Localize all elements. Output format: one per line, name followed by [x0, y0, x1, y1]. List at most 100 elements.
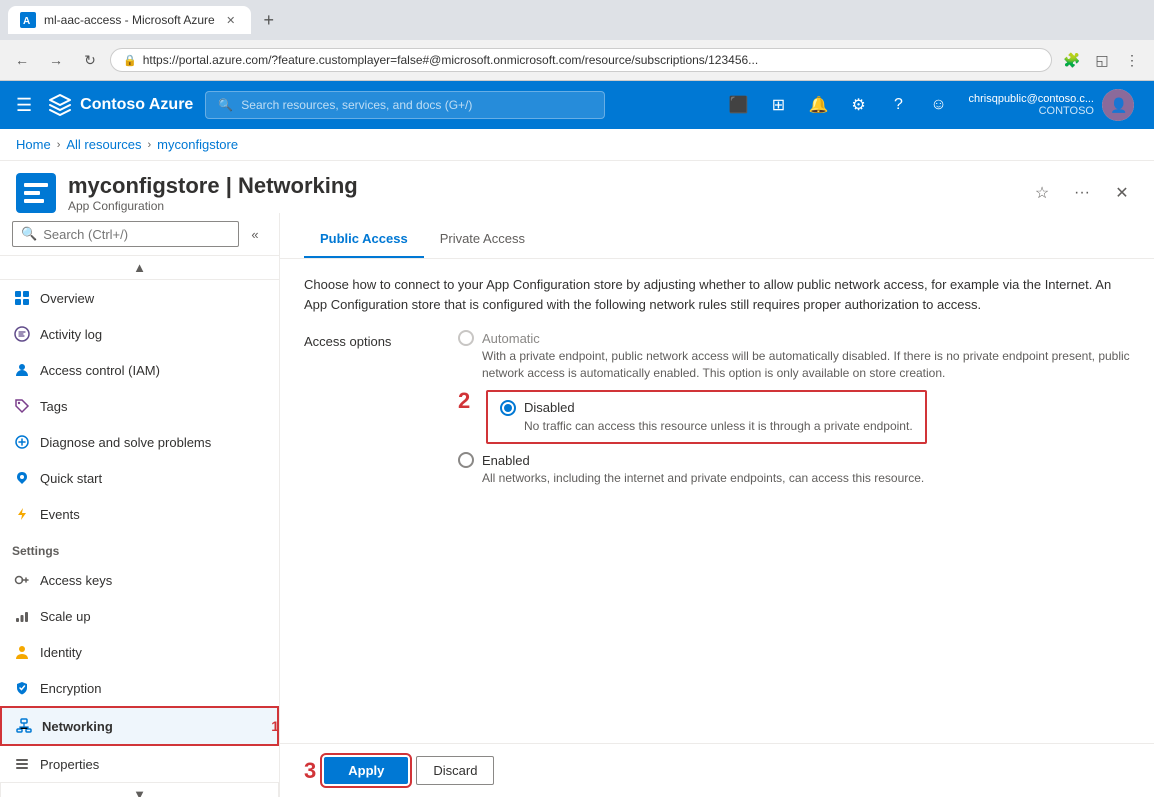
- radio-option-disabled-row: 2 Disabled No traffic can access this re…: [458, 390, 1130, 445]
- feedback-button[interactable]: ☺: [920, 87, 956, 123]
- settings-topbar-button[interactable]: ⚙: [840, 87, 876, 123]
- radio-enabled-button[interactable]: [458, 452, 474, 468]
- resource-icon: [16, 173, 56, 213]
- footer-actions: 3 Apply Discard: [280, 743, 1154, 797]
- sidebar-item-access-control[interactable]: Access control (IAM): [0, 352, 279, 388]
- browser-chrome: A ml-aac-access - Microsoft Azure ✕ + ← …: [0, 0, 1154, 81]
- access-options-label: Access options: [304, 334, 434, 487]
- main-container: Home › All resources › myconfigstore myc…: [0, 129, 1154, 797]
- browser-toolbar: ← → ↻ 🔒 https://portal.azure.com/?featur…: [0, 40, 1154, 80]
- identity-icon: [12, 642, 32, 662]
- help-button[interactable]: ?: [880, 87, 916, 123]
- tabs-bar: Public Access Private Access: [280, 221, 1154, 259]
- key-icon: [12, 570, 32, 590]
- sidebar-item-events[interactable]: Events: [0, 496, 279, 532]
- radio-option-enabled: Enabled All networks, including the inte…: [458, 452, 1130, 487]
- radio-automatic-button[interactable]: [458, 330, 474, 346]
- cloud-shell-button[interactable]: ⬛: [720, 87, 756, 123]
- sidebar-item-quick-start[interactable]: Quick start: [0, 460, 279, 496]
- sidebar-item-tags[interactable]: Tags: [0, 388, 279, 424]
- page-title: myconfigstore | Networking: [68, 173, 1014, 199]
- props-icon: [12, 754, 32, 774]
- extensions-button[interactable]: 🧩: [1058, 46, 1086, 74]
- sidebar-item-identity[interactable]: Identity: [0, 634, 279, 670]
- list-icon: [12, 324, 32, 344]
- new-tab-button[interactable]: +: [255, 6, 283, 34]
- favorite-button[interactable]: ☆: [1026, 177, 1058, 209]
- user-name: chrisqpublic@contoso.c...: [968, 93, 1094, 105]
- topbar-icons: ⬛ ⊞ 🔔 ⚙ ? ☺ chrisqpublic@contoso.c... CO…: [720, 85, 1142, 125]
- radio-enabled-label: Enabled: [482, 453, 530, 468]
- tag-icon: [12, 396, 32, 416]
- apply-button[interactable]: Apply: [324, 757, 408, 784]
- app-config-icon: [16, 173, 56, 213]
- sidebar-scroll-up-button[interactable]: ▲: [0, 256, 279, 280]
- radio-option-automatic-header: Automatic: [458, 330, 1130, 346]
- content-description: Choose how to connect to your App Config…: [304, 275, 1124, 314]
- breadcrumb-sep1: ›: [57, 139, 61, 151]
- global-search-box[interactable]: 🔍 Search resources, services, and docs (…: [205, 91, 605, 119]
- tab-public-access[interactable]: Public Access: [304, 221, 424, 258]
- radio-option-automatic: Automatic With a private endpoint, publi…: [458, 330, 1130, 382]
- tab-close-button[interactable]: ✕: [223, 12, 239, 28]
- breadcrumb-sep2: ›: [148, 139, 152, 151]
- svg-text:A: A: [23, 16, 30, 27]
- sidebar-collapse-button[interactable]: «: [243, 222, 267, 246]
- sidebar-search-icon: 🔍: [21, 226, 37, 242]
- sidebar-search-box[interactable]: 🔍: [12, 221, 239, 247]
- sidebar-item-label: Access keys: [40, 573, 112, 588]
- search-placeholder: Search resources, services, and docs (G+…: [241, 98, 472, 112]
- content-body: Choose how to connect to your App Config…: [280, 259, 1154, 743]
- sidebar-item-networking[interactable]: Networking 1: [0, 706, 279, 746]
- sidebar-item-scale-up[interactable]: Scale up: [0, 598, 279, 634]
- radio-disabled-button[interactable]: [500, 400, 516, 416]
- sidebar-item-label: Events: [40, 507, 80, 522]
- sidebar-search-input[interactable]: [43, 227, 230, 242]
- sidebar-item-overview[interactable]: Overview: [0, 280, 279, 316]
- page-header: myconfigstore | Networking App Configura…: [0, 161, 1154, 213]
- sidebar-item-label: Access control (IAM): [40, 363, 160, 378]
- sidebar-item-activity-log[interactable]: Activity log: [0, 316, 279, 352]
- sidebar-item-access-keys[interactable]: Access keys: [0, 562, 279, 598]
- notifications-button[interactable]: 🔔: [800, 87, 836, 123]
- svg-text:👤: 👤: [1110, 97, 1127, 114]
- access-options-row: Access options Automatic With a private …: [304, 330, 1130, 487]
- close-panel-button[interactable]: ✕: [1106, 177, 1138, 209]
- tab-private-access[interactable]: Private Access: [424, 221, 541, 258]
- directory-button[interactable]: ⊞: [760, 87, 796, 123]
- browser-titlebar: A ml-aac-access - Microsoft Azure ✕ +: [0, 0, 1154, 40]
- profile-button[interactable]: ◱: [1088, 46, 1116, 74]
- back-button[interactable]: ←: [8, 46, 36, 74]
- bolt-icon: [12, 504, 32, 524]
- user-account-button[interactable]: chrisqpublic@contoso.c... CONTOSO 👤: [960, 85, 1142, 125]
- radio-option-enabled-header: Enabled: [458, 452, 1130, 468]
- breadcrumb-all-resources[interactable]: All resources: [66, 137, 141, 152]
- radio-option-disabled-header: Disabled: [500, 400, 913, 416]
- sidebar-search-area: 🔍 «: [0, 213, 279, 256]
- sidebar-item-encryption[interactable]: Encryption: [0, 670, 279, 706]
- avatar-image: 👤: [1102, 89, 1134, 121]
- sidebar-item-diagnose[interactable]: Diagnose and solve problems: [0, 424, 279, 460]
- page-header-titles: myconfigstore | Networking App Configura…: [68, 173, 1014, 213]
- avatar: 👤: [1102, 89, 1134, 121]
- sidebar-item-label: Diagnose and solve problems: [40, 435, 211, 450]
- sidebar-item-properties[interactable]: Properties: [0, 746, 279, 782]
- sidebar-item-label: Quick start: [40, 471, 102, 486]
- sidebar-scroll-down-button[interactable]: ▼: [0, 782, 279, 797]
- brand-name: Contoso Azure: [80, 96, 193, 114]
- refresh-button[interactable]: ↻: [76, 46, 104, 74]
- breadcrumb-home[interactable]: Home: [16, 137, 51, 152]
- user-org: CONTOSO: [968, 105, 1094, 117]
- address-bar[interactable]: 🔒 https://portal.azure.com/?feature.cust…: [110, 48, 1052, 72]
- radio-options: Automatic With a private endpoint, publi…: [458, 330, 1130, 487]
- settings-button[interactable]: ⋮: [1118, 46, 1146, 74]
- forward-button[interactable]: →: [42, 46, 70, 74]
- more-options-button[interactable]: ···: [1066, 177, 1098, 209]
- rocket-icon: [12, 468, 32, 488]
- browser-tab[interactable]: A ml-aac-access - Microsoft Azure ✕: [8, 6, 251, 34]
- breadcrumb-current[interactable]: myconfigstore: [157, 137, 238, 152]
- tab-title: ml-aac-access - Microsoft Azure: [44, 13, 215, 27]
- hamburger-menu-button[interactable]: ☰: [12, 91, 36, 120]
- discard-button[interactable]: Discard: [416, 756, 494, 785]
- main-content: Public Access Private Access Choose how …: [280, 213, 1154, 797]
